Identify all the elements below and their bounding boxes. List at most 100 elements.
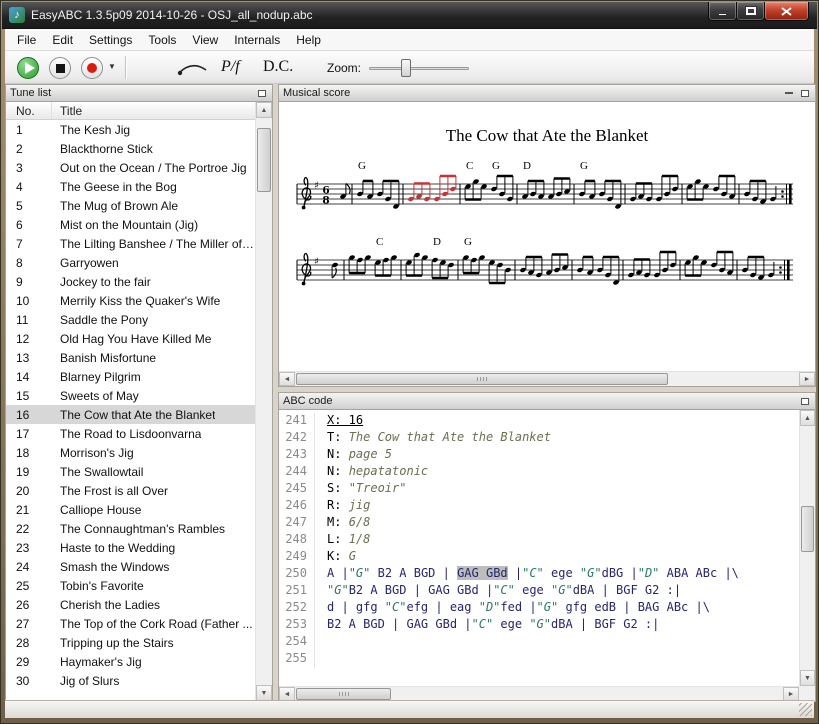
- tune-row[interactable]: 17The Road to Lisdoonvarna: [6, 424, 255, 443]
- menu-tools[interactable]: Tools: [140, 30, 184, 50]
- record-button[interactable]: [79, 55, 105, 81]
- tune-row[interactable]: 15Sweets of May: [6, 386, 255, 405]
- tune-list-vscrollbar[interactable]: ▲ ▼: [255, 102, 272, 701]
- column-header-no[interactable]: No.: [6, 102, 52, 119]
- tune-row[interactable]: 2Blackthorne Stick: [6, 139, 255, 158]
- abc-code-line[interactable]: 244N: hepatatonic: [279, 464, 799, 481]
- zoom-slider[interactable]: [369, 59, 469, 77]
- menu-settings[interactable]: Settings: [81, 30, 140, 50]
- tune-row[interactable]: 28Tripping up the Stairs: [6, 633, 255, 652]
- tune-row[interactable]: 8Garryowen: [6, 253, 255, 272]
- score-hscroll-thumb[interactable]: [296, 373, 668, 385]
- record-dropdown-button[interactable]: ▼: [108, 62, 116, 71]
- pane-maximize-button[interactable]: [255, 87, 268, 100]
- tune-row[interactable]: 26Cherish the Ladies: [6, 595, 255, 614]
- tune-row[interactable]: 25Tobin's Favorite: [6, 576, 255, 595]
- menu-edit[interactable]: Edit: [44, 30, 81, 50]
- tune-row[interactable]: 14Blarney Pilgrim: [6, 367, 255, 386]
- abc-code-line[interactable]: 243N: page 5: [279, 447, 799, 464]
- tune-row-no: 24: [6, 560, 52, 574]
- tune-row[interactable]: 9Jockey to the fair: [6, 272, 255, 291]
- tune-row[interactable]: 27The Top of the Cork Road (Father ...: [6, 614, 255, 633]
- tune-row[interactable]: 18Morrison's Jig: [6, 443, 255, 462]
- tune-row[interactable]: 3Out on the Ocean / The Portroe Jig: [6, 158, 255, 177]
- minimize-button[interactable]: [708, 2, 737, 21]
- abc-code-line[interactable]: 246R: jig: [279, 498, 799, 515]
- line-number: 253: [279, 617, 315, 634]
- play-button[interactable]: [15, 55, 41, 81]
- zoom-slider-groove: [369, 67, 469, 70]
- tune-row-no: 28: [6, 636, 52, 650]
- abc-code-line[interactable]: 255: [279, 651, 799, 668]
- abc-code-line[interactable]: 254: [279, 634, 799, 651]
- abc-code-line[interactable]: 250A |"G" B2 A BGD | GAG GBd |"C" ege "G…: [279, 566, 799, 583]
- stop-button[interactable]: [47, 55, 73, 81]
- tune-row[interactable]: 10Merrily Kiss the Quaker's Wife: [6, 291, 255, 310]
- scroll-left-button[interactable]: ◄: [279, 687, 295, 701]
- tune-row[interactable]: 22The Connaughtman's Rambles: [6, 519, 255, 538]
- abc-code-line[interactable]: 251"G"B2 A BGD | GAG GBd |"C" ege "G"dBA…: [279, 583, 799, 600]
- tune-row[interactable]: 11Saddle the Pony: [6, 310, 255, 329]
- scroll-down-button[interactable]: ▼: [256, 685, 272, 701]
- tune-row[interactable]: 5The Mug of Brown Ale: [6, 196, 255, 215]
- tune-row[interactable]: 29Haymaker's Jig: [6, 652, 255, 671]
- tune-row-title: Smash the Windows: [52, 560, 169, 574]
- line-number: 247: [279, 515, 315, 532]
- close-button[interactable]: [764, 2, 809, 21]
- abc-code-line[interactable]: 247M: 6/8: [279, 515, 799, 532]
- zoom-slider-thumb[interactable]: [401, 59, 411, 77]
- maximize-button[interactable]: [736, 2, 765, 21]
- pane-maximize-button[interactable]: [798, 87, 811, 100]
- titlebar[interactable]: ♪ EasyABC 1.3.5p09 2014-10-26 - OSJ_all_…: [2, 2, 817, 29]
- pane-maximize-button[interactable]: [798, 395, 811, 408]
- abc-vscroll-thumb[interactable]: [801, 506, 814, 552]
- tune-row[interactable]: 19The Swallowtail: [6, 462, 255, 481]
- score-hscrollbar[interactable]: ◄ ►: [279, 371, 815, 386]
- abc-code-line[interactable]: 253B2 A BGD | GAG GBd |"C" ege "G"dBA | …: [279, 617, 799, 634]
- menu-view[interactable]: View: [184, 30, 226, 50]
- abc-code-line[interactable]: 249K: G: [279, 549, 799, 566]
- score-canvas[interactable]: The Cow that Ate the Blanket ♯68GCGDG♯CD…: [279, 102, 815, 371]
- tune-row[interactable]: 13Banish Misfortune: [6, 348, 255, 367]
- tune-row[interactable]: 30Jig of Slurs: [6, 671, 255, 690]
- score-system[interactable]: ♯68GCGDG: [295, 156, 795, 220]
- abc-vscrollbar[interactable]: ▲ ▼: [799, 410, 815, 686]
- tune-row-no: 3: [6, 161, 52, 175]
- tune-row[interactable]: 4The Geese in the Bog: [6, 177, 255, 196]
- tune-row[interactable]: 7The Lilting Banshee / The Miller of ...: [6, 234, 255, 253]
- menu-file[interactable]: File: [9, 30, 44, 50]
- tune-row[interactable]: 20The Frost is all Over: [6, 481, 255, 500]
- scroll-right-button[interactable]: ►: [799, 372, 815, 386]
- score-system[interactable]: ♯CDG: [295, 232, 795, 296]
- column-header-title[interactable]: Title: [52, 102, 82, 119]
- tune-row[interactable]: 24Smash the Windows: [6, 557, 255, 576]
- abc-hscroll-thumb[interactable]: [296, 688, 391, 700]
- dacapo-toggle[interactable]: D.C.: [263, 58, 293, 76]
- abc-code-line[interactable]: 242T: The Cow that Ate the Blanket: [279, 430, 799, 447]
- abc-code-line[interactable]: 252d | gfg "C"efg | eag "D"fed |"G" gfg …: [279, 600, 799, 617]
- maximize-icon: [746, 7, 756, 15]
- resize-grip[interactable]: [799, 703, 812, 716]
- menu-internals[interactable]: Internals: [226, 30, 288, 50]
- tune-row[interactable]: 6Mist on the Mountain (Jig): [6, 215, 255, 234]
- abc-hscrollbar[interactable]: ◄ ►: [279, 686, 799, 701]
- tune-row[interactable]: 16The Cow that Ate the Blanket: [6, 405, 255, 424]
- tune-row[interactable]: 21Calliope House: [6, 500, 255, 519]
- tune-list-vscroll-thumb[interactable]: [257, 128, 271, 192]
- abc-code-line[interactable]: 248L: 1/8: [279, 532, 799, 549]
- tune-row[interactable]: 23Haste to the Wedding: [6, 538, 255, 557]
- tune-row[interactable]: 12Old Hag You Have Killed Me: [6, 329, 255, 348]
- scroll-up-button[interactable]: ▲: [800, 410, 815, 426]
- scroll-left-button[interactable]: ◄: [279, 372, 295, 386]
- dynamics-toggle[interactable]: P/f: [221, 58, 240, 76]
- pane-minimize-button[interactable]: [782, 87, 795, 100]
- follow-score-button[interactable]: [173, 55, 211, 81]
- menu-help[interactable]: Help: [288, 30, 329, 50]
- abc-code-line[interactable]: 241X: 16: [279, 413, 799, 430]
- tune-row[interactable]: 1The Kesh Jig: [6, 120, 255, 139]
- abc-code-line[interactable]: 245S: "Treoir": [279, 481, 799, 498]
- scroll-up-button[interactable]: ▲: [256, 102, 272, 118]
- abc-editor[interactable]: 241X: 16242T: The Cow that Ate the Blank…: [279, 410, 799, 686]
- scroll-right-button[interactable]: ►: [783, 687, 799, 701]
- scroll-down-button[interactable]: ▼: [800, 670, 815, 686]
